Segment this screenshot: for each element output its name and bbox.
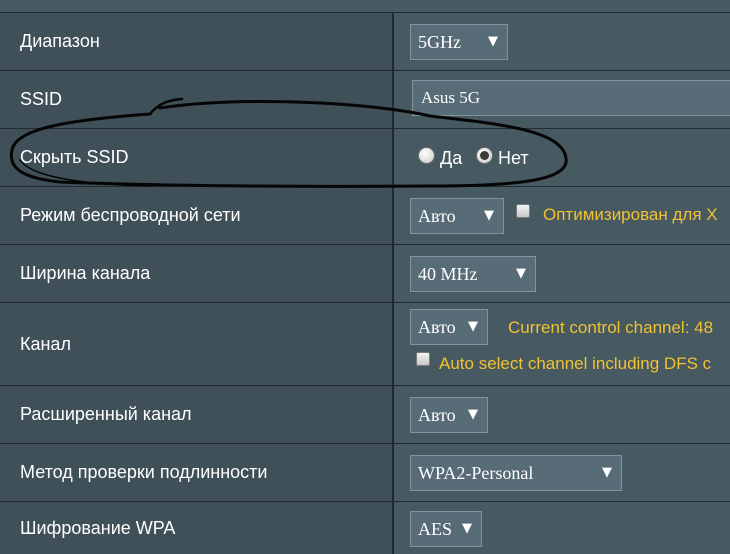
extension-channel-select[interactable]: Авто ▼ [410, 397, 488, 433]
row-auth-method: Метод проверки подлинности WPA2-Personal… [0, 443, 730, 501]
wireless-mode-select[interactable]: Авто ▼ [410, 198, 504, 234]
hide-ssid-label: Скрыть SSID [0, 129, 394, 186]
ssid-label: SSID [0, 71, 394, 128]
chevron-down-icon: ▼ [602, 465, 612, 480]
channel-select[interactable]: Авто ▼ [410, 309, 488, 345]
band-select[interactable]: 5GHz ▼ [410, 24, 508, 60]
auth-method-label: Метод проверки подлинности [0, 444, 394, 501]
band-select-value: 5GHz [418, 32, 461, 52]
channel-width-value: 40 MHz [418, 264, 478, 284]
auth-method-select[interactable]: WPA2-Personal ▼ [410, 455, 622, 491]
row-channel: Канал Авто ▼ Current control channel: 48… [0, 302, 730, 385]
optimize-checkbox[interactable] [516, 204, 530, 218]
extension-channel-value: Авто [418, 405, 456, 425]
channel-width-select[interactable]: 40 MHz ▼ [410, 256, 536, 292]
channel-value: Авто [418, 317, 456, 337]
chevron-down-icon: ▼ [468, 319, 478, 334]
wireless-settings-table: Диапазон 5GHz ▼ SSID Asus 5G Скрыть SSID… [0, 0, 730, 554]
row-band: Диапазон 5GHz ▼ [0, 12, 730, 70]
auth-method-value: WPA2-Personal [418, 463, 534, 483]
chevron-down-icon: ▼ [484, 208, 494, 223]
row-extension-channel: Расширенный канал Авто ▼ [0, 385, 730, 443]
radio-selected-dot [480, 151, 489, 160]
wireless-mode-value: Авто [418, 206, 456, 226]
chevron-down-icon: ▼ [462, 521, 472, 536]
chevron-down-icon: ▼ [488, 34, 498, 49]
row-hide-ssid: Скрыть SSID Да Нет [0, 128, 730, 186]
chevron-down-icon: ▼ [468, 407, 478, 422]
wpa-encryption-value: AES [418, 519, 453, 539]
current-channel-info: Current control channel: 48 [508, 318, 714, 337]
ssid-input[interactable]: Asus 5G [412, 80, 730, 116]
wireless-mode-label: Режим беспроводной сети [0, 187, 394, 244]
channel-width-label: Ширина канала [0, 245, 394, 302]
optimize-checkbox-label[interactable]: Оптимизирован для X [543, 205, 718, 225]
hide-ssid-no-radio[interactable] [476, 147, 493, 164]
row-wpa-encryption: Шифрование WPA AES ▼ [0, 501, 730, 554]
wpa-encryption-select[interactable]: AES ▼ [410, 511, 482, 547]
dfs-checkbox[interactable] [416, 352, 430, 366]
row-ssid: SSID Asus 5G [0, 70, 730, 128]
row-channel-width: Ширина канала 40 MHz ▼ [0, 244, 730, 302]
wpa-encryption-label: Шифрование WPA [0, 502, 394, 554]
dfs-checkbox-label[interactable]: Auto select channel including DFS c [439, 354, 711, 374]
hide-ssid-yes-radio[interactable] [418, 147, 435, 164]
hide-ssid-no-label[interactable]: Нет [498, 148, 529, 168]
band-label: Диапазон [0, 13, 394, 70]
extension-channel-label: Расширенный канал [0, 386, 394, 443]
channel-label: Канал [0, 303, 394, 385]
hide-ssid-yes-label[interactable]: Да [440, 148, 462, 168]
chevron-down-icon: ▼ [516, 266, 526, 281]
row-wireless-mode: Режим беспроводной сети Авто ▼ Оптимизир… [0, 186, 730, 244]
